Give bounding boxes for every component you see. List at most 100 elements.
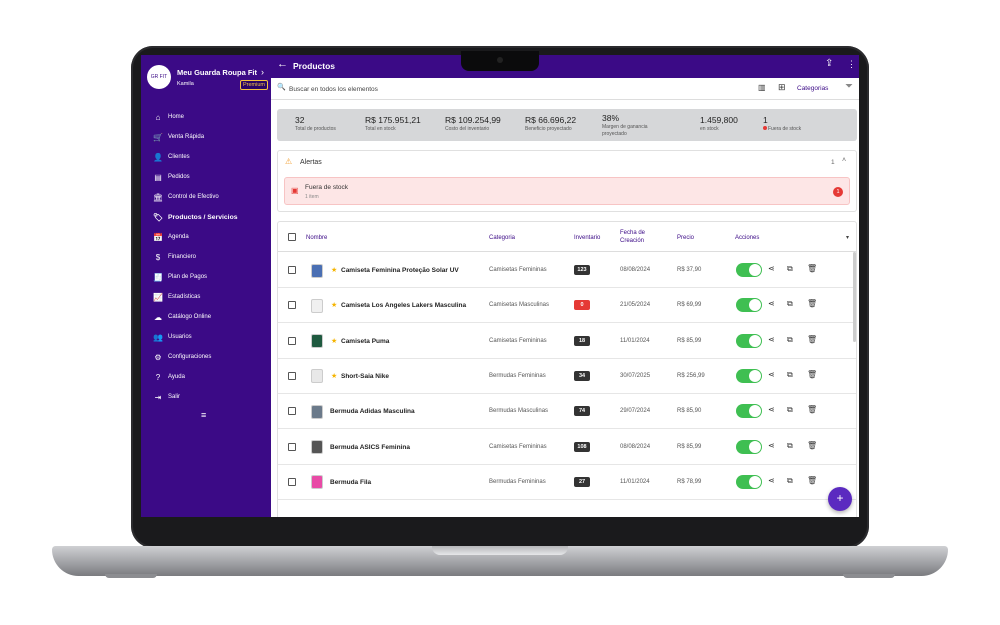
active-toggle[interactable] <box>736 404 762 419</box>
categories-button[interactable]: Categorias <box>797 85 828 92</box>
product-price: R$ 78,99 <box>677 478 702 485</box>
sidebar-item-pedidos[interactable]: ▤ Pedidos <box>151 167 263 187</box>
delete-icon[interactable]: 🗑 <box>807 335 817 344</box>
product-category: Camisetas Femininas <box>489 443 547 450</box>
filter-icon[interactable]: ⏷ <box>845 81 853 92</box>
sidebar-item-control-de-efectivo[interactable]: 🏛 Control de Efectivo <box>151 187 263 207</box>
header-inventory[interactable]: Inventario <box>574 234 600 242</box>
table-row[interactable]: ★ Short-Saia Nike Bermudas Femininas 34 30/0… <box>278 359 856 394</box>
sidebar-item-home[interactable]: ⌂ Home <box>151 107 263 127</box>
share-icon[interactable]: ⋖ <box>768 441 775 450</box>
toggle-knob <box>749 264 761 276</box>
sidebar-item-label: Home <box>168 114 185 120</box>
sidebar-item-salir[interactable]: ⇥ Salir <box>151 387 263 407</box>
active-toggle[interactable] <box>736 333 762 348</box>
copy-icon[interactable]: ⧉ <box>787 264 793 274</box>
star-icon[interactable]: ★ <box>331 266 337 274</box>
share-icon[interactable]: ⋖ <box>768 299 775 308</box>
header-category[interactable]: Categoria <box>489 234 515 242</box>
copy-icon[interactable]: ⧉ <box>787 299 793 309</box>
product-name[interactable]: Camiseta Puma <box>341 338 389 345</box>
row-checkbox[interactable] <box>288 477 296 486</box>
delete-icon[interactable]: 🗑 <box>807 370 817 379</box>
active-toggle[interactable] <box>736 368 762 383</box>
sidebar-item-estad-sticas[interactable]: 📈 Estadísticas <box>151 287 263 307</box>
sidebar-item-ayuda[interactable]: ? Ayuda <box>151 367 263 387</box>
sidebar-item-clientes[interactable]: 👤 Clientes <box>151 147 263 167</box>
upload-icon[interactable]: ⇪ <box>825 58 833 69</box>
sidebar-item-venta-r-pida[interactable]: 🛒 Venta Rápida <box>151 127 263 147</box>
chevron-up-icon[interactable]: ˄ <box>842 157 846 164</box>
active-toggle[interactable] <box>736 263 762 277</box>
product-name[interactable]: Bermuda ASICS Feminina <box>330 444 410 451</box>
product-name[interactable]: Camiseta Feminina Proteção Solar UV <box>341 267 459 274</box>
product-name[interactable]: Camiseta Los Angeles Lakers Masculina <box>341 302 466 309</box>
search-input[interactable] <box>289 82 589 96</box>
delete-icon[interactable]: 🗑 <box>807 476 817 485</box>
table-row[interactable]: ★ Camiseta Los Angeles Lakers Masculina Ca… <box>278 288 856 324</box>
alert-item-out-of-stock[interactable]: ▣ Fuera de stock 1 item 1 <box>284 177 850 205</box>
collapse-menu-icon[interactable]: ≡ <box>201 410 206 420</box>
copy-icon[interactable]: ⧉ <box>787 441 793 451</box>
product-category: Bermudas Femininas <box>489 372 546 379</box>
copy-icon[interactable]: ⧉ <box>787 476 793 486</box>
sidebar-item-plan-de-pagos[interactable]: 🧾 Plan de Pagos <box>151 267 263 287</box>
copy-icon[interactable]: ⧉ <box>787 335 793 345</box>
sidebar-item-cat-logo-online[interactable]: ☁ Catálogo Online <box>151 307 263 327</box>
table-row[interactable]: ★ Camiseta Puma Camisetas Femininas 18 11/01… <box>278 324 856 359</box>
scrollbar[interactable] <box>853 252 856 342</box>
brand-switcher[interactable]: GR FIT Meu Guarda Roupa Fit › Kamila Pre… <box>147 65 269 95</box>
copy-icon[interactable]: ⧉ <box>787 405 793 415</box>
back-arrow-icon[interactable]: ← <box>277 58 288 70</box>
barcode-scan-icon[interactable]: ▥ <box>758 83 766 92</box>
row-checkbox[interactable] <box>288 442 296 451</box>
table-row[interactable]: Bermuda Adidas Masculina Bermudas Masculi… <box>278 394 856 430</box>
star-icon[interactable]: ★ <box>331 372 337 380</box>
table-header: Nombre Categoria Inventario Fecha de Crea… <box>278 222 856 252</box>
table-row[interactable]: Bermuda ASICS Feminina Camisetas Feminina… <box>278 430 856 465</box>
product-name[interactable]: Bermuda Fila <box>330 479 371 486</box>
grid-view-icon[interactable]: ⊞ <box>778 82 786 93</box>
sidebar-item-financiero[interactable]: $ Financiero <box>151 247 263 267</box>
inventory-badge: 18 <box>574 335 590 346</box>
star-icon[interactable]: ★ <box>331 337 337 345</box>
active-toggle[interactable] <box>736 474 762 489</box>
header-price[interactable]: Precio <box>677 234 694 242</box>
delete-icon[interactable]: 🗑 <box>807 264 817 273</box>
row-checkbox[interactable] <box>288 266 296 274</box>
row-checkbox[interactable] <box>288 371 296 380</box>
delete-icon[interactable]: 🗑 <box>807 299 817 308</box>
copy-icon[interactable]: ⧉ <box>787 370 793 380</box>
chart-icon: 📈 <box>153 292 163 302</box>
sidebar-item-configuraciones[interactable]: ⚙ Configuraciones <box>151 347 263 367</box>
row-checkbox[interactable] <box>288 336 296 345</box>
share-icon[interactable]: ⋖ <box>768 405 775 414</box>
share-icon[interactable]: ⋖ <box>768 370 775 379</box>
row-checkbox[interactable] <box>288 301 296 310</box>
sidebar-item-agenda[interactable]: 📅 Agenda <box>151 227 263 247</box>
table-row[interactable]: ★ Camiseta Feminina Proteção Solar UV Cami… <box>278 253 856 288</box>
active-toggle[interactable] <box>736 439 762 454</box>
header-name[interactable]: Nombre <box>306 234 327 242</box>
caret-down-icon[interactable]: ▾ <box>846 234 849 241</box>
share-icon[interactable]: ⋖ <box>768 476 775 485</box>
product-name[interactable]: Short-Saia Nike <box>341 373 389 380</box>
sidebar-item-usuarios[interactable]: 👥 Usuarios <box>151 327 263 347</box>
inventory-badge: 34 <box>574 370 590 381</box>
active-toggle[interactable] <box>736 298 762 313</box>
table-row[interactable]: Bermuda Fila Bermudas Femininas 27 11/01/20… <box>278 465 856 500</box>
share-icon[interactable]: ⋖ <box>768 335 775 344</box>
delete-icon[interactable]: 🗑 <box>807 441 817 450</box>
more-vert-icon[interactable]: ⋮ <box>847 59 856 70</box>
delete-icon[interactable]: 🗑 <box>807 405 817 414</box>
sidebar-item-label: Usuarios <box>168 334 192 340</box>
product-name[interactable]: Bermuda Adidas Masculina <box>330 408 415 415</box>
header-date[interactable]: Fecha de Creación <box>620 229 645 245</box>
row-checkbox[interactable] <box>288 407 296 416</box>
add-product-button[interactable]: + <box>828 487 852 511</box>
sidebar-item-productos-servicios[interactable]: 🏷 Productos / Servicios <box>151 207 263 227</box>
star-icon[interactable]: ★ <box>331 301 337 309</box>
share-icon[interactable]: ⋖ <box>768 264 775 273</box>
select-all-checkbox[interactable] <box>288 233 296 241</box>
box-icon: ▣ <box>291 186 299 195</box>
